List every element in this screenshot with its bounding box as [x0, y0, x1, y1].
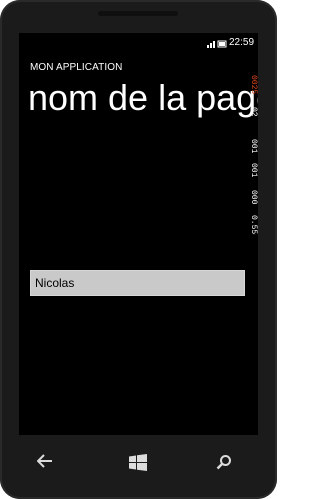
- screen: 22:59 MON APPLICATION nom de la page 002…: [19, 33, 258, 435]
- counter-5: 0.5555: [249, 215, 258, 235]
- earpiece: [98, 11, 178, 16]
- counter-4: 000: [249, 190, 258, 205]
- counter-0: 0025: [249, 75, 258, 94]
- start-button[interactable]: [128, 445, 152, 479]
- counter-1: 02: [249, 107, 258, 117]
- signal-icon: [207, 40, 227, 48]
- debug-frame-counters: 0025 02 001 001 000 0.5555: [249, 75, 258, 235]
- phone-frame: 22:59 MON APPLICATION nom de la page 002…: [0, 0, 277, 499]
- windows-start-icon: [129, 454, 147, 471]
- search-icon: [216, 455, 231, 470]
- status-bar: 22:59: [19, 33, 258, 53]
- hardware-nav-bar: [0, 445, 277, 479]
- page-title: nom de la page: [28, 77, 258, 118]
- counter-3: 001: [249, 163, 258, 178]
- name-textbox[interactable]: Nicolas: [30, 270, 245, 296]
- back-icon: [37, 454, 52, 468]
- app-title: MON APPLICATION: [30, 62, 123, 73]
- search-button[interactable]: [216, 445, 240, 479]
- counter-2: 001: [249, 139, 258, 154]
- back-button[interactable]: [37, 445, 61, 479]
